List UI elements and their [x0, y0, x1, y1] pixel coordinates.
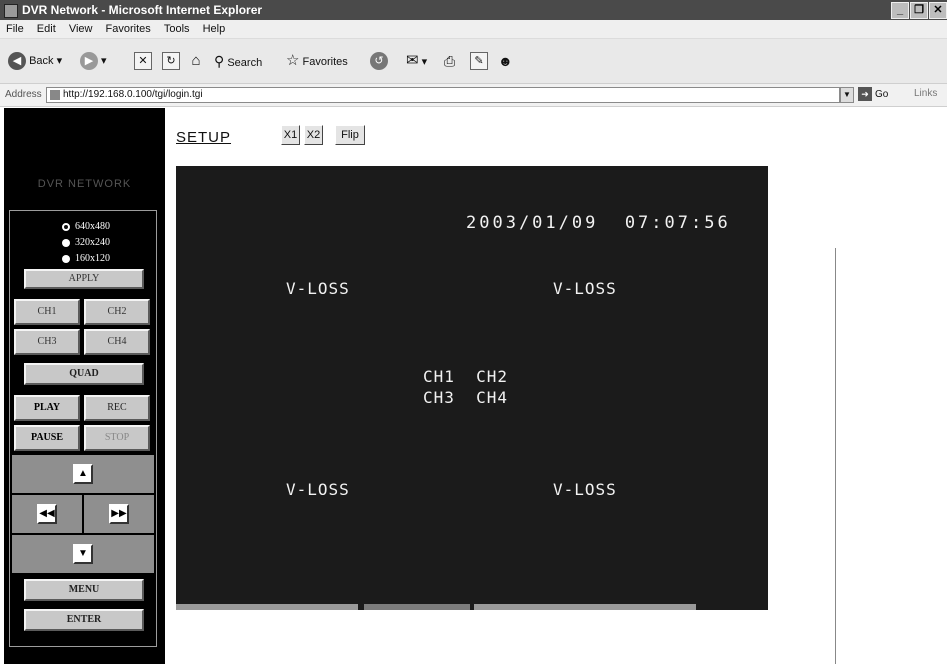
channel-label-row2: CH3 CH4 — [423, 388, 509, 407]
radio-icon — [62, 254, 70, 263]
play-button[interactable]: PLAY — [14, 395, 80, 421]
video-scroll-segment — [364, 604, 470, 610]
nav-right-cell: ▶▶ — [84, 495, 154, 533]
enter-button[interactable]: ENTER — [24, 609, 144, 631]
zoom-x2-button[interactable]: X2 — [304, 125, 323, 145]
print-button[interactable]: ⎙ — [444, 51, 455, 71]
address-input[interactable]: http://192.168.0.100/tgi/login.tgi — [46, 87, 840, 103]
page-icon — [50, 90, 60, 100]
stop-playback-button[interactable]: STOP — [84, 425, 150, 451]
close-button[interactable]: ✕ — [929, 2, 947, 19]
edit-icon: ✎ — [470, 52, 488, 71]
back-arrow-icon: ◀ — [8, 52, 26, 71]
rec-button[interactable]: REC — [84, 395, 150, 421]
history-icon: ↺ — [370, 52, 388, 71]
messenger-button[interactable]: ☻ — [498, 51, 513, 71]
messenger-icon: ☻ — [498, 53, 513, 69]
radio-selected-icon — [62, 222, 70, 231]
resolution-320[interactable]: 320x240 — [62, 237, 110, 249]
vloss-label: V-LOSS — [553, 279, 617, 298]
star-icon: ☆ — [286, 52, 300, 69]
setup-link[interactable]: SETUP — [176, 129, 231, 146]
address-url: http://192.168.0.100/tgi/login.tgi — [63, 89, 203, 100]
video-scroll-segment — [474, 604, 696, 610]
address-dropdown-icon[interactable]: ▼ — [840, 87, 854, 103]
edit-button[interactable]: ✎ — [470, 51, 488, 71]
forward-arrow-icon: ▶ — [80, 52, 98, 71]
toolbar: ◀ Back ▾ ▶ ▾ ✕ ↻ ⌂ ⚲ Search ☆ Favorites … — [0, 39, 947, 84]
forward-button[interactable]: ▶ ▾ — [80, 51, 107, 71]
nav-left-cell: ◀◀ — [12, 495, 82, 533]
frame-divider — [835, 248, 836, 664]
up-arrow-icon[interactable]: ▲ — [73, 464, 93, 484]
menu-tools[interactable]: Tools — [164, 23, 190, 35]
back-label: Back — [29, 55, 54, 67]
window-title: DVR Network - Microsoft Internet Explore… — [22, 3, 263, 17]
ch4-button[interactable]: CH4 — [84, 329, 150, 355]
menu-favorites[interactable]: Favorites — [106, 23, 151, 35]
address-label: Address — [5, 89, 42, 100]
home-button[interactable]: ⌂ — [188, 51, 204, 71]
apply-button[interactable]: APPLY — [24, 269, 144, 289]
video-scroll-segment — [176, 604, 358, 610]
favorites-button[interactable]: ☆ Favorites — [286, 51, 348, 71]
menu-file[interactable]: File — [6, 23, 24, 35]
menu-bar: File Edit View Favorites Tools Help — [0, 20, 947, 39]
vloss-label: V-LOSS — [286, 480, 350, 499]
search-button[interactable]: ⚲ Search — [214, 51, 262, 71]
stop-button[interactable]: ✕ — [134, 51, 152, 71]
ch2-button[interactable]: CH2 — [84, 299, 150, 325]
refresh-button[interactable]: ↻ — [162, 51, 180, 71]
menu-edit[interactable]: Edit — [37, 23, 56, 35]
print-icon: ⎙ — [444, 53, 456, 69]
channel-label-row1: CH1 CH2 — [423, 367, 509, 386]
favorites-label: Favorites — [302, 56, 348, 68]
brand-label: DVR NETWORK — [37, 178, 132, 190]
nav-down-cell: ▼ — [12, 535, 154, 573]
back-button[interactable]: ◀ Back ▾ — [8, 51, 62, 71]
search-label: Search — [227, 57, 263, 69]
quad-button[interactable]: QUAD — [24, 363, 144, 385]
mail-icon: ✉ — [406, 52, 419, 69]
links-button[interactable]: Links — [914, 88, 937, 99]
video-display[interactable]: 2003/01/09 07:07:56 V-LOSS V-LOSS CH1 CH… — [176, 166, 768, 610]
flip-button[interactable]: Flip — [335, 125, 365, 145]
minimize-button[interactable]: _ — [891, 2, 909, 19]
stop-icon: ✕ — [134, 52, 152, 71]
maximize-button[interactable]: ❐ — [910, 2, 928, 19]
resolution-640[interactable]: 640x480 — [62, 221, 110, 233]
down-arrow-icon[interactable]: ▼ — [73, 544, 93, 564]
search-icon: ⚲ — [214, 53, 225, 69]
fast-forward-icon[interactable]: ▶▶ — [109, 504, 129, 524]
resolution-160[interactable]: 160x120 — [62, 253, 110, 265]
control-panel: DVR NETWORK 640x480 320x240 160x120 APPL… — [4, 108, 165, 664]
control-box: 640x480 320x240 160x120 APPLY CH1 CH2 CH… — [9, 210, 157, 647]
vloss-label: V-LOSS — [553, 480, 617, 499]
nav-up-cell: ▲ — [12, 455, 154, 493]
mail-button[interactable]: ✉ ▾ — [406, 51, 427, 71]
home-icon: ⌂ — [191, 52, 201, 70]
menu-view[interactable]: View — [69, 23, 93, 35]
ch1-button[interactable]: CH1 — [14, 299, 80, 325]
menu-help[interactable]: Help — [203, 23, 226, 35]
rewind-icon[interactable]: ◀◀ — [37, 504, 57, 524]
go-arrow-icon: ➜ — [858, 87, 872, 101]
history-button[interactable]: ↺ — [370, 51, 388, 71]
refresh-icon: ↻ — [162, 52, 180, 71]
video-timestamp: 2003/01/09 07:07:56 — [466, 213, 731, 233]
menu-button[interactable]: MENU — [24, 579, 144, 601]
pause-button[interactable]: PAUSE — [14, 425, 80, 451]
ie-icon — [4, 4, 18, 18]
address-bar: Address http://192.168.0.100/tgi/login.t… — [0, 84, 947, 107]
title-bar: DVR Network - Microsoft Internet Explore… — [0, 0, 947, 20]
vloss-label: V-LOSS — [286, 279, 350, 298]
ch3-button[interactable]: CH3 — [14, 329, 80, 355]
zoom-x1-button[interactable]: X1 — [281, 125, 300, 145]
radio-icon — [62, 238, 70, 247]
go-label: Go — [875, 89, 889, 100]
go-button[interactable]: ➜ Go — [858, 87, 888, 102]
